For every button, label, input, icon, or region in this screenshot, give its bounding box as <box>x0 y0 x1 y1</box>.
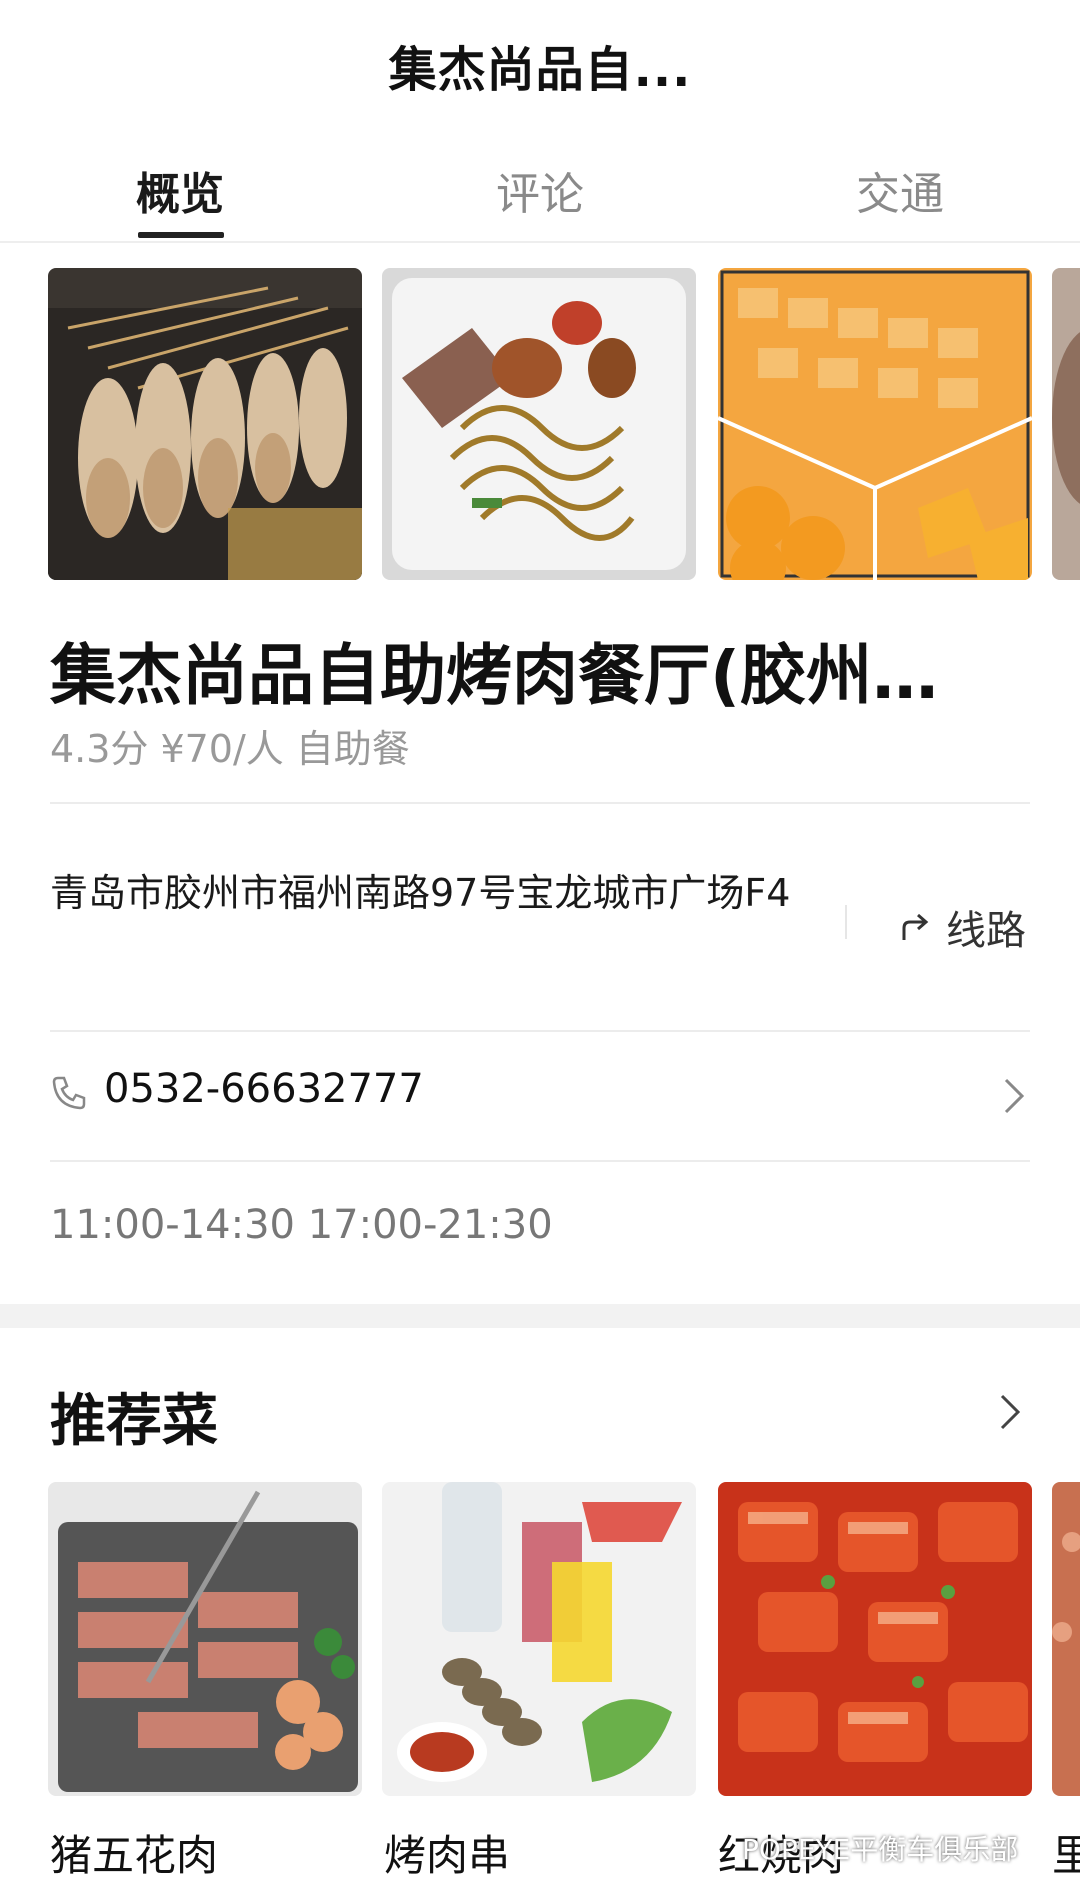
route-separator <box>845 905 847 939</box>
active-tab-indicator <box>138 232 224 238</box>
phone-icon <box>52 1076 86 1110</box>
divider <box>50 802 1030 804</box>
tab-transport[interactable]: 交通 <box>800 158 1000 222</box>
section-gap <box>0 1304 1080 1328</box>
watermark: POPEYE平衡车俱乐部 <box>742 1833 1019 1866</box>
route-arrow-icon <box>902 913 929 940</box>
opening-hours: 11:00-14:30 17:00-21:30 <box>50 1202 553 1248</box>
phone-number: 0532-66632777 <box>104 1066 424 1112</box>
dish-photo-partial[interactable] <box>1052 1482 1080 1796</box>
divider <box>50 1030 1030 1032</box>
restaurant-meta: 4.3分 ¥70/人 自助餐 <box>50 718 422 773</box>
page-title: 集杰尚品自... <box>388 42 692 98</box>
orange-dessert-photo[interactable] <box>718 268 1032 580</box>
tab-overview[interactable]: 概览 <box>80 158 280 222</box>
grilled-squid-photo[interactable] <box>48 268 362 580</box>
price-text: ¥70/人 <box>160 727 284 771</box>
dish-photo-pork-belly[interactable] <box>48 1482 362 1796</box>
dish-photo-skewers[interactable] <box>382 1482 696 1796</box>
dish-label: 烤肉串 <box>384 1831 511 1880</box>
divider <box>50 1160 1030 1162</box>
dish-label: 猪五花肉 <box>50 1831 219 1880</box>
partial-photo[interactable] <box>1052 268 1080 580</box>
restaurant-name: 集杰尚品自助烤肉餐厅(胶州… <box>50 637 939 714</box>
rating-text: 4.3分 <box>50 727 149 771</box>
page-header: 集杰尚品自... <box>0 0 1080 120</box>
dish-photo-braised-pork[interactable] <box>718 1482 1032 1796</box>
route-button[interactable]: 线路 <box>898 898 1026 956</box>
recommended-title: 推荐菜 <box>50 1389 218 1454</box>
chevron-right-icon <box>1004 1078 1025 1114</box>
photo-gallery[interactable] <box>0 268 1080 580</box>
tab-reviews[interactable]: 评论 <box>440 158 640 222</box>
route-label: 线路 <box>946 908 1026 954</box>
chevron-right-icon[interactable] <box>996 1392 1024 1432</box>
dish-label: 里 <box>1052 1831 1080 1880</box>
category-text: 自助餐 <box>295 727 410 771</box>
noodles-plate-photo[interactable] <box>382 268 696 580</box>
address-text[interactable]: 青岛市胶州市福州南路97号宝龙城市广场F4 <box>50 858 810 928</box>
tabs-divider <box>0 241 1080 243</box>
tab-bar: 概览 评论 交通 <box>0 140 1080 240</box>
dish-carousel[interactable] <box>0 1482 1080 1798</box>
phone-row[interactable]: 0532-66632777 <box>50 1066 1030 1126</box>
